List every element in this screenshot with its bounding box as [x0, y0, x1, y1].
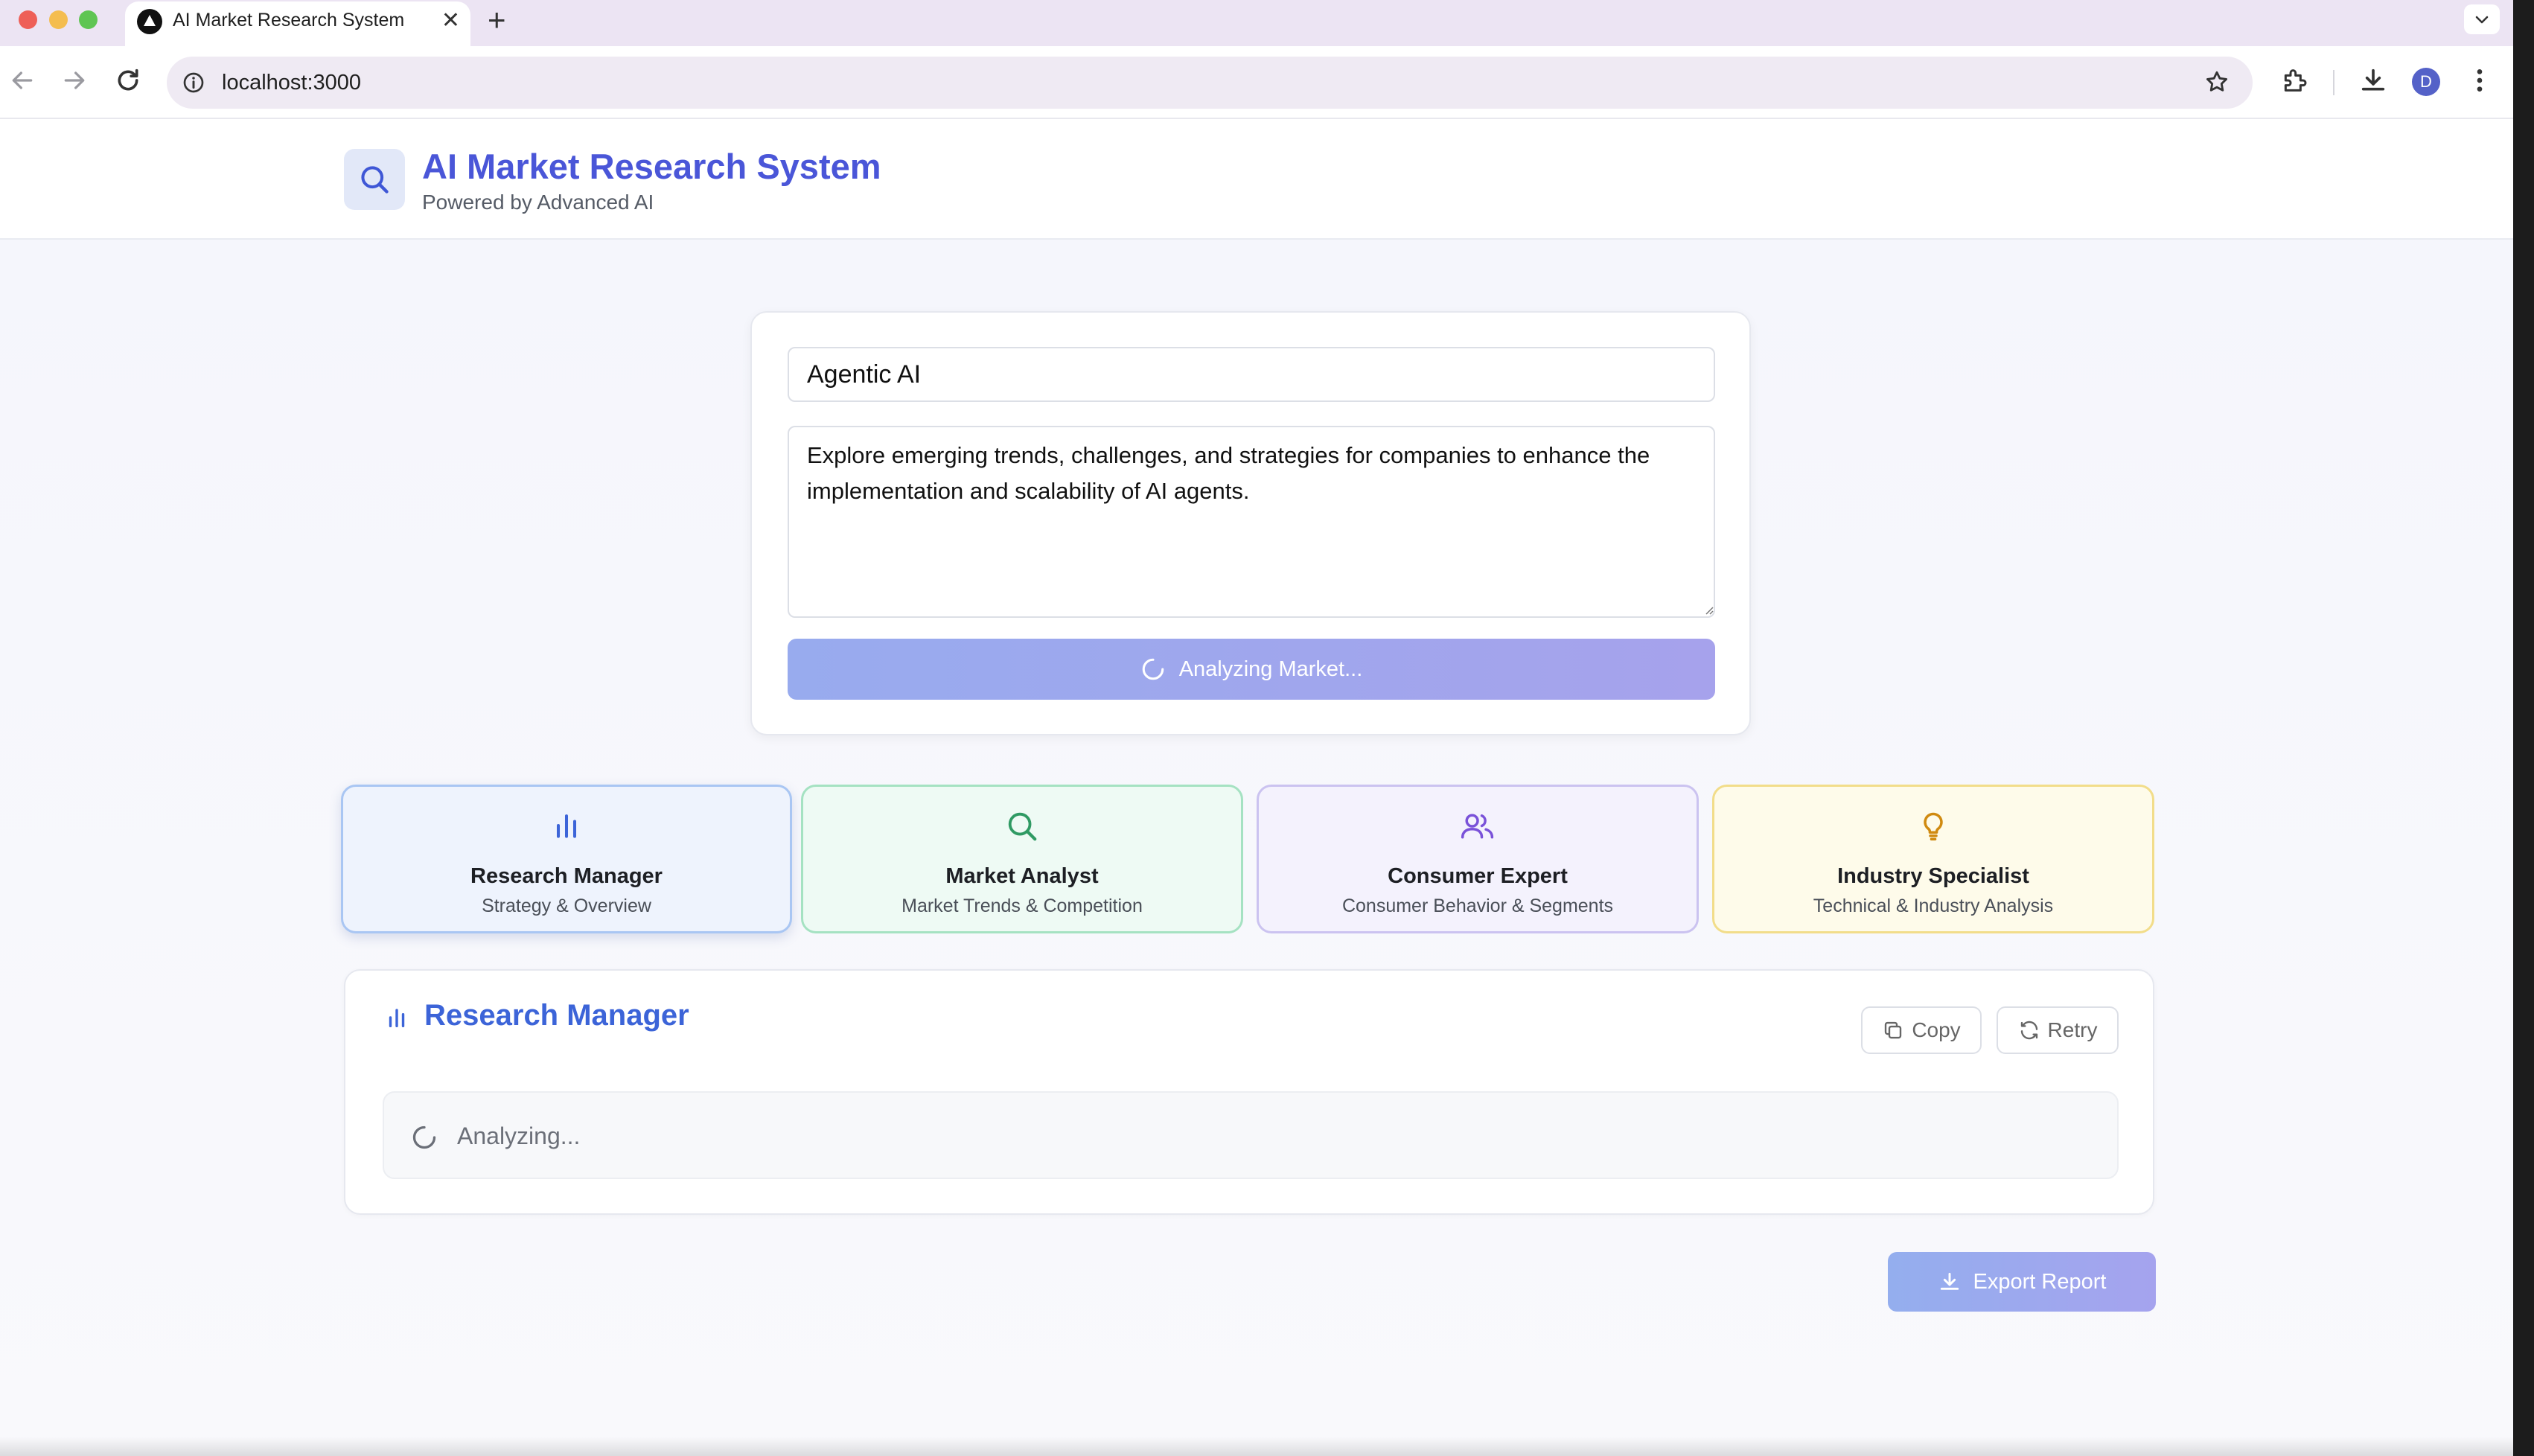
- agent-card-market-analyst[interactable]: Market Analyst Market Trends & Competiti…: [801, 785, 1243, 933]
- retry-button[interactable]: Retry: [1997, 1006, 2119, 1054]
- search-icon: [361, 166, 389, 194]
- bar-chart-icon: [556, 814, 577, 838]
- status-text: Analyzing...: [457, 1123, 581, 1149]
- agent-card-research-manager[interactable]: Research Manager Strategy & Overview: [341, 785, 792, 933]
- analyze-market-button[interactable]: Analyzing Market...: [788, 639, 1715, 700]
- copy-icon: [1885, 1021, 1902, 1039]
- agent-description: Consumer Behavior & Segments: [1341, 895, 1614, 916]
- description-textarea[interactable]: Explore emerging trends, challenges, and…: [788, 426, 1715, 618]
- favicon-icon: [137, 9, 162, 34]
- agent-name: Research Manager: [470, 864, 663, 888]
- back-icon[interactable]: [7, 66, 37, 95]
- refresh-icon: [2020, 1021, 2037, 1040]
- copy-label: Copy: [1912, 1018, 1961, 1041]
- browser-tab-active[interactable]: AI Market Research System ✕: [125, 1, 470, 46]
- minimize-window-button[interactable]: [49, 10, 68, 29]
- browser-toolbar: localhost:3000 D: [0, 46, 2513, 119]
- url-text: localhost:3000: [222, 71, 362, 95]
- agent-name: Industry Specialist: [1837, 864, 2029, 888]
- toolbar-divider: [2333, 70, 2334, 95]
- bar-chart-icon: [389, 1009, 405, 1028]
- download-icon: [1940, 1272, 1959, 1290]
- tab-title: AI Market Research System: [173, 10, 405, 31]
- reload-icon[interactable]: [113, 66, 143, 95]
- maximize-window-button[interactable]: [79, 10, 98, 29]
- agent-name: Market Analyst: [945, 864, 1099, 888]
- result-title: Research Manager: [424, 999, 689, 1032]
- site-info-icon[interactable]: [182, 71, 205, 95]
- export-label: Export Report: [1973, 1269, 2107, 1294]
- browser-tab-bar: AI Market Research System ✕ +: [0, 0, 2513, 46]
- close-window-button[interactable]: [19, 10, 37, 29]
- search-icon: [1008, 812, 1037, 841]
- app-title: AI Market Research System: [422, 147, 881, 186]
- main-content: Explore emerging trends, challenges, and…: [0, 240, 2513, 1456]
- agent-card-consumer-expert[interactable]: Consumer Expert Consumer Behavior & Segm…: [1257, 785, 1699, 933]
- bookmark-star-icon[interactable]: [2203, 68, 2230, 95]
- new-tab-button[interactable]: +: [488, 2, 506, 38]
- lightbulb-icon: [1924, 812, 1943, 841]
- forward-icon[interactable]: [60, 66, 89, 95]
- desktop-edge: [2513, 0, 2534, 1456]
- users-icon: [1461, 814, 1494, 839]
- tab-list-button[interactable]: [2464, 4, 2500, 34]
- browser-window: AI Market Research System ✕ + localhost:…: [0, 0, 2513, 1456]
- agent-card-industry-specialist[interactable]: Industry Specialist Technical & Industry…: [1712, 785, 2154, 933]
- resize-handle-icon[interactable]: [1703, 604, 1714, 615]
- profile-avatar[interactable]: D: [2412, 68, 2440, 96]
- window-bottom-edge: [0, 1437, 2513, 1456]
- topic-input[interactable]: [788, 347, 1715, 402]
- export-report-button[interactable]: Export Report: [1888, 1252, 2156, 1312]
- extensions-icon[interactable]: [2279, 66, 2309, 95]
- analyze-button-label: Analyzing Market...: [1178, 657, 1363, 681]
- chevron-down-icon: [2475, 16, 2489, 24]
- address-bar[interactable]: localhost:3000: [167, 57, 2253, 109]
- agent-description: Market Trends & Competition: [901, 895, 1143, 916]
- copy-button[interactable]: Copy: [1861, 1006, 1982, 1054]
- loading-spinner-icon: [1142, 658, 1164, 680]
- result-panel: Research Manager Copy Retry Analyzing...: [344, 969, 2154, 1215]
- agent-description: Technical & Industry Analysis: [1813, 895, 2054, 916]
- more-menu-icon[interactable]: [2468, 66, 2491, 95]
- app-subtitle: Powered by Advanced AI: [422, 191, 654, 214]
- download-icon[interactable]: [2358, 66, 2388, 95]
- retry-label: Retry: [2047, 1018, 2098, 1041]
- research-form-card: Explore emerging trends, challenges, and…: [750, 311, 1751, 735]
- result-content: Analyzing...: [383, 1091, 2119, 1179]
- agent-description: Strategy & Overview: [482, 895, 651, 916]
- agent-name: Consumer Expert: [1388, 864, 1568, 888]
- loading-spinner-icon: [412, 1125, 436, 1149]
- app-header: AI Market Research System Powered by Adv…: [0, 119, 2513, 240]
- app-logo: [344, 149, 405, 210]
- tab-close-icon[interactable]: ✕: [441, 6, 460, 36]
